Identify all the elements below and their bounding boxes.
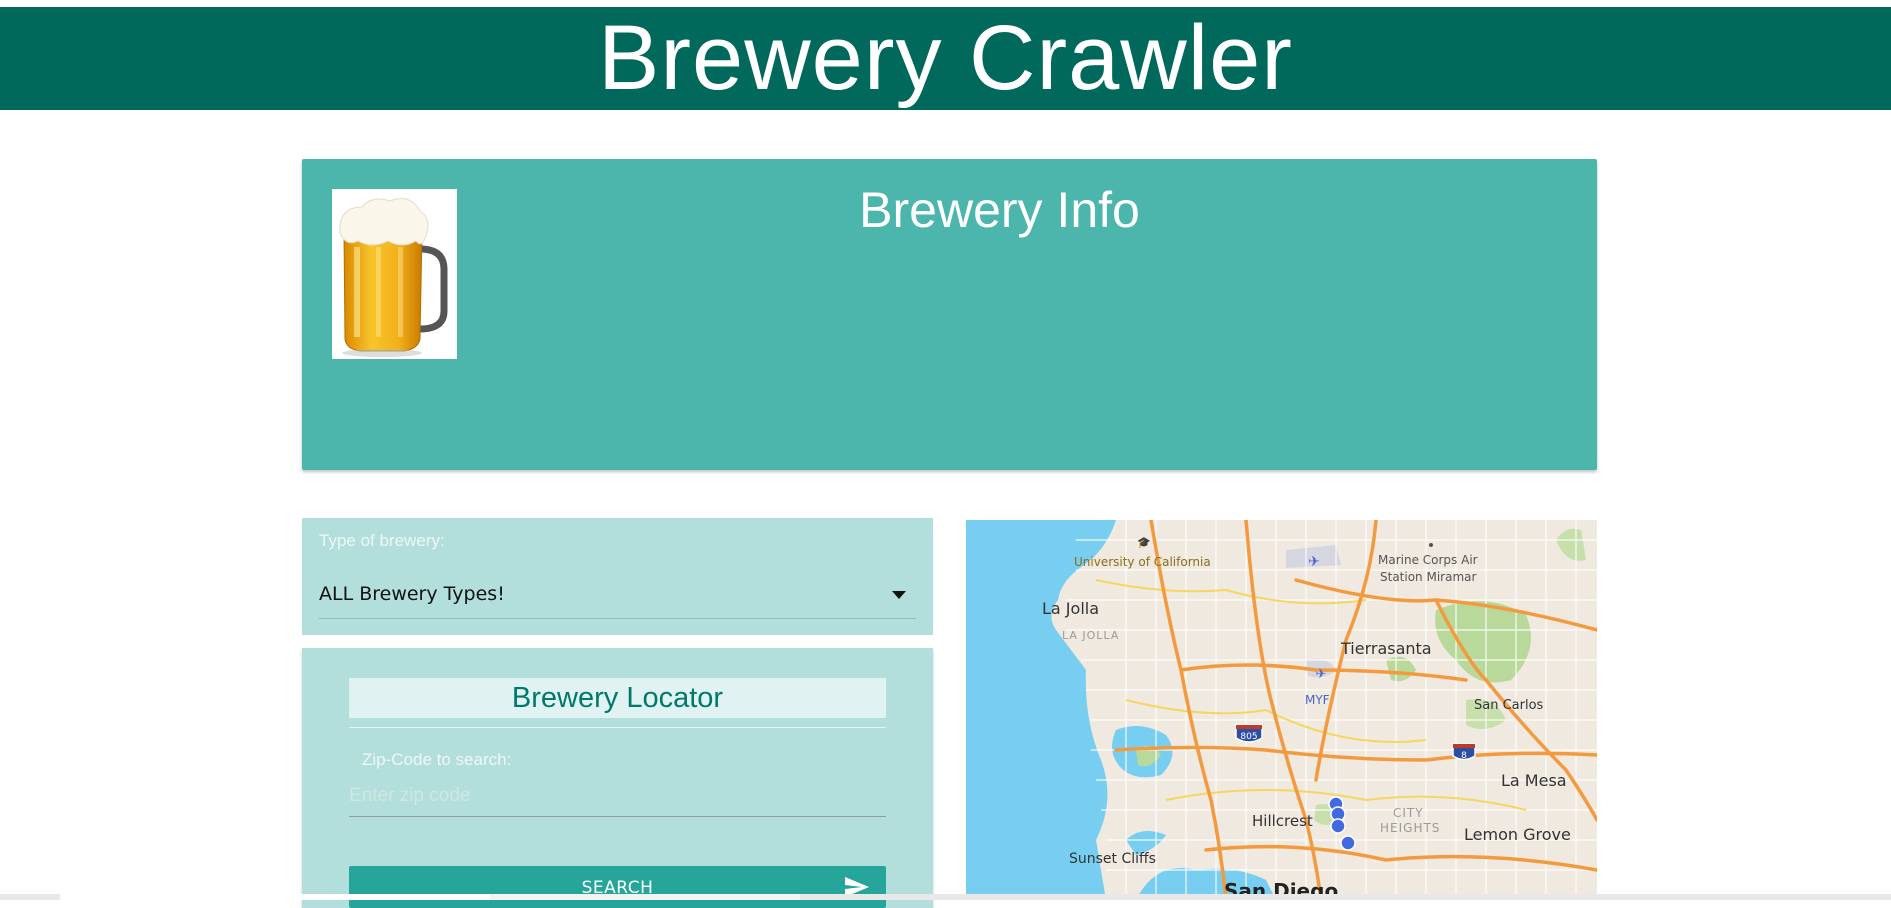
map-label-mcas: Marine Corps Air — [1378, 553, 1478, 567]
school-icon: 🎓 — [1137, 537, 1151, 549]
app-header: Brewery Crawler — [0, 7, 1891, 110]
highway-shield-805: 805 — [1235, 724, 1263, 743]
svg-text:8: 8 — [1461, 751, 1467, 761]
app-title: Brewery Crawler — [598, 7, 1293, 109]
map-label-heights: HEIGHTS — [1380, 821, 1440, 835]
map-label-mcas-2: Station Miramar — [1380, 570, 1476, 584]
airport-icon: ✈ — [1308, 553, 1320, 569]
brewery-marker — [1340, 835, 1356, 851]
map-label-uc: University of California — [1074, 555, 1211, 569]
map-label-tierrasanta: Tierrasanta — [1340, 639, 1432, 658]
map-label-myf: MYF — [1305, 693, 1330, 707]
brewery-map[interactable]: 805 8 ✈ ✈ 🎓 University of California Mar… — [966, 520, 1597, 900]
airport-icon: ✈ — [1316, 666, 1327, 681]
brewery-locator-card: Brewery Locator Zip-Code to search: SEAR… — [302, 648, 933, 908]
map-label-lemon-grove: Lemon Grove — [1464, 825, 1571, 844]
map-label-sunset-cliffs: Sunset Cliffs — [1069, 851, 1156, 867]
map-label-la-jolla: La Jolla — [1042, 599, 1099, 618]
map-label-la-mesa: La Mesa — [1501, 771, 1567, 790]
chevron-down-icon[interactable] — [892, 591, 906, 599]
svg-text:805: 805 — [1240, 732, 1257, 742]
brewery-type-label: Type of brewery: — [319, 531, 445, 550]
brewery-locator-title: Brewery Locator — [349, 678, 886, 718]
zip-code-label: Zip-Code to search: — [362, 750, 512, 769]
horizontal-scrollbar[interactable] — [0, 894, 1891, 900]
map-label-san-carlos: San Carlos — [1474, 698, 1544, 713]
map-label-la-jolla-district: LA JOLLA — [1062, 629, 1119, 642]
brewery-info-card: Brewery Info — [302, 159, 1597, 470]
map-label-city: CITY — [1393, 806, 1424, 820]
brewery-info-heading: Brewery Info — [859, 182, 1140, 238]
brewery-type-filter: Type of brewery: ALL Brewery Types! — [302, 518, 933, 635]
brewery-type-select[interactable]: ALL Brewery Types! — [319, 570, 916, 619]
scrollbar-track-segment — [490, 894, 800, 900]
search-button[interactable]: SEARCH — [349, 866, 886, 908]
brewery-type-value: ALL Brewery Types! — [319, 583, 505, 605]
map-label-hillcrest: Hillcrest — [1252, 812, 1313, 830]
divider — [349, 727, 886, 728]
brewery-marker — [1330, 818, 1346, 834]
scrollbar-thumb[interactable] — [60, 894, 490, 900]
highway-shield-8: 8 — [1452, 743, 1476, 761]
zip-code-input[interactable] — [349, 776, 886, 817]
top-strip — [0, 0, 1891, 7]
